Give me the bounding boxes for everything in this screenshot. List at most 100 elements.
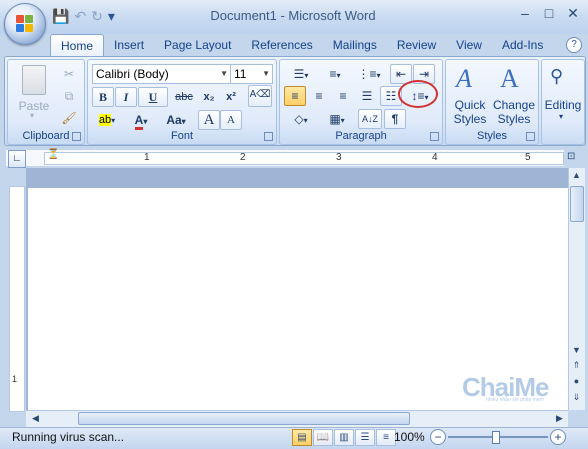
bullets-button[interactable]: ☰▾ [284,64,318,84]
font-size-value: 11 [234,67,247,81]
ribbon-tabs: Home Insert Page Layout References Maili… [50,34,553,56]
tab-home[interactable]: Home [50,34,105,56]
font-family-value: Calibri (Body) [96,67,169,81]
tab-mailings[interactable]: Mailings [323,34,387,56]
customize-qat-icon[interactable]: ▾ [108,7,115,25]
grow-font-button[interactable]: A [198,110,220,130]
chevron-down-icon: ▾ [111,116,116,125]
tab-references[interactable]: References [241,34,322,56]
chevron-down-icon: ▼ [220,69,228,78]
office-button[interactable] [4,3,46,45]
zoom-out-icon[interactable]: − [430,429,446,445]
strikethrough-button[interactable]: abc [170,87,198,107]
copy-icon[interactable]: ⧉ [58,86,80,106]
tab-add-ins[interactable]: Add-Ins [492,34,553,56]
chevron-down-icon: ▾ [181,117,186,126]
zoom-in-icon[interactable]: + [550,429,566,445]
paste-button[interactable]: Paste ▾ [14,63,54,120]
paragraph-launcher-icon[interactable] [430,132,439,141]
web-layout-icon[interactable]: ▥ [334,429,354,446]
previous-page-icon[interactable]: ⇑ [569,358,584,373]
binoculars-icon: ⚲ [550,66,564,86]
save-icon[interactable]: 💾 [52,7,69,25]
tab-selector-button[interactable]: ∟ [8,150,26,168]
zoom-slider-thumb[interactable] [492,431,500,444]
align-left-button[interactable]: ≡ [284,86,306,106]
italic-button[interactable]: I [115,87,137,107]
quick-access-toolbar: 💾 ↶ ↻ ▾ [52,6,115,26]
superscript-button[interactable]: x² [220,87,242,107]
align-right-button[interactable]: ≡ [332,86,354,106]
scroll-down-icon[interactable]: ▼ [569,343,584,358]
font-size-select[interactable]: 11 ▼ [230,64,273,84]
bold-button[interactable]: B [92,87,114,107]
vertical-scroll-thumb[interactable] [570,186,584,222]
font-family-select[interactable]: Calibri (Body) ▼ [92,64,231,84]
outline-icon[interactable]: ☰ [355,429,375,446]
sort-button[interactable]: A↓Z [358,109,382,129]
format-painter-icon[interactable]: 🖌 [58,108,80,128]
tab-view[interactable]: View [446,34,492,56]
tab-insert[interactable]: Insert [104,34,154,56]
clipboard-launcher-icon[interactable] [72,132,81,141]
minimize-button[interactable]: – [514,4,536,22]
tab-page-layout[interactable]: Page Layout [154,34,241,56]
help-icon[interactable]: ? [566,37,582,53]
justify-button[interactable]: ☰ [356,86,378,106]
borders-button[interactable]: ▦▾ [320,109,354,129]
clipboard-icon [22,65,46,95]
show-formatting-button[interactable]: ¶ [384,109,406,129]
select-browse-object-icon[interactable]: ● [569,374,584,389]
numbering-button[interactable]: ≡▾ [318,64,352,84]
undo-icon[interactable]: ↶ [74,7,86,25]
font-launcher-icon[interactable] [264,132,273,141]
quick-styles-label-1: Quick [454,98,486,112]
redo-icon[interactable]: ↻ [91,7,103,25]
maximize-button[interactable]: □ [538,4,560,22]
underline-button[interactable]: U [138,87,168,107]
tab-review[interactable]: Review [387,34,446,56]
quick-styles-button[interactable]: A Quick Styles [448,62,492,126]
styles-launcher-icon[interactable] [526,132,535,141]
clear-formatting-icon[interactable]: A⌫ [248,85,272,107]
zoom-level[interactable]: 100% [394,430,425,444]
change-case-button[interactable]: Aa▾ [160,110,192,130]
view-ruler-icon[interactable]: ⊡ [567,151,575,162]
shading-button[interactable]: ◇▾ [284,109,318,129]
subscript-button[interactable]: x₂ [198,87,220,107]
indent-marker-icon[interactable]: ⏳ [47,149,59,160]
change-styles-button[interactable]: A Change Styles [492,62,536,126]
scroll-up-icon[interactable]: ▲ [569,168,584,183]
ruler-number: 1 [144,152,150,163]
full-screen-reading-icon[interactable]: 📖 [313,429,333,446]
draft-icon[interactable]: ≡ [376,429,396,446]
horizontal-scroll-thumb[interactable] [78,412,410,425]
highlight-button[interactable]: ab▾ [92,110,122,130]
shrink-font-button[interactable]: A [220,110,242,130]
scroll-right-icon[interactable]: ▶ [552,411,567,426]
next-page-icon[interactable]: ⇓ [569,390,584,405]
chevron-down-icon: ▾ [559,112,564,121]
print-layout-icon[interactable]: ▤ [292,429,312,446]
watermark-tagline: nhiều nhận xét phần mềm [486,397,544,403]
scroll-left-icon[interactable]: ◀ [28,411,43,426]
chevron-down-icon: ▼ [262,69,270,78]
status-text: Running virus scan... [12,430,125,444]
cut-icon[interactable]: ✂ [58,64,80,84]
office-logo-icon [16,15,34,33]
chevron-down-icon: ▾ [143,117,148,126]
align-center-button[interactable]: ≡ [308,86,330,106]
ruler-track[interactable] [44,152,564,165]
change-styles-icon: A [500,64,519,93]
editing-group[interactable]: ⚲ Editing ▾ [541,59,585,145]
close-button[interactable]: ✕ [562,4,584,22]
view-buttons: ▤ 📖 ▥ ☰ ≡ [292,429,396,446]
paste-dropdown-icon: ▾ [30,111,35,120]
font-group-label: Font [170,130,193,142]
ribbon: Paste ▾ ✂ ⧉ 🖌 Clipboard Calibri (Body) ▼… [4,56,586,146]
clipboard-group: Paste ▾ ✂ ⧉ 🖌 Clipboard [7,59,85,145]
font-color-button[interactable]: A▾ [126,110,156,130]
quick-styles-label-2: Styles [453,112,487,126]
multilevel-list-button[interactable]: ⋮≡▾ [352,64,386,84]
styles-group: A Quick Styles A Change Styles Styles [445,59,539,145]
